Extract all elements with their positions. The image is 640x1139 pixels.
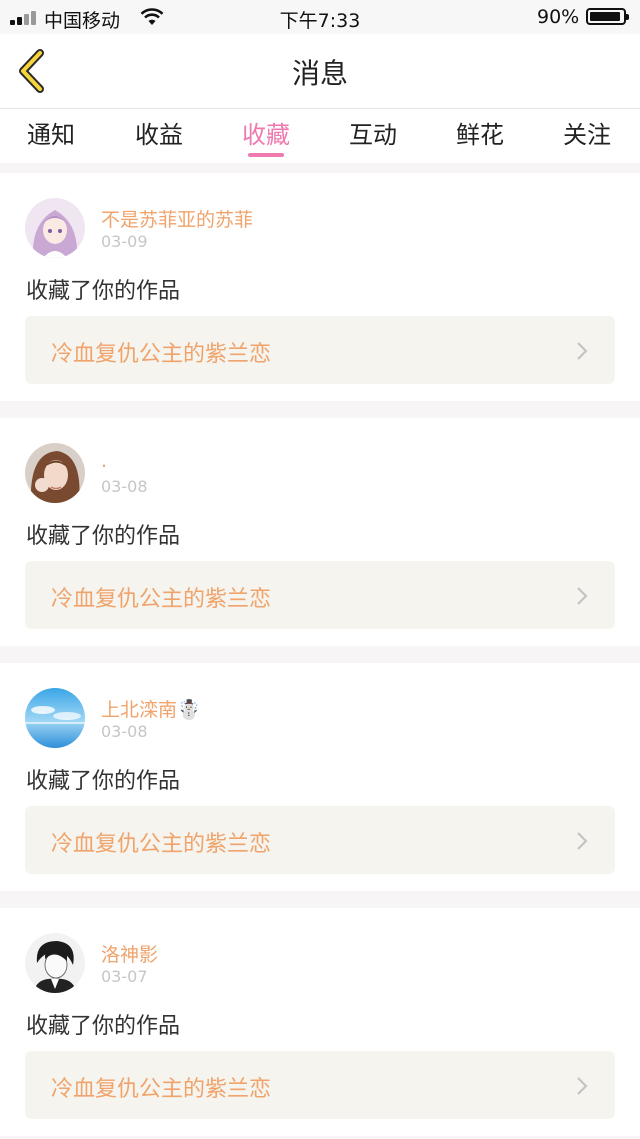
work-link[interactable]: 冷血复仇公主的紫兰恋 [25, 1051, 615, 1119]
nav-bar: 消息 [0, 34, 640, 109]
tab-favorites-label: 收藏 [242, 121, 290, 149]
sky-sea-avatar[interactable] [25, 688, 85, 748]
work-title: 冷血复仇公主的紫兰恋 [51, 1077, 272, 1102]
tab-flowers[interactable]: 鲜花 [435, 115, 525, 150]
username[interactable]: 不是苏菲亚的苏菲 [101, 205, 253, 232]
woman-portrait-avatar[interactable] [25, 443, 85, 503]
work-title: 冷血复仇公主的紫兰恋 [51, 587, 272, 612]
list-item: 上北滦南☃️ 03-08 收藏了你的作品 冷血复仇公主的紫兰恋 [0, 663, 640, 891]
chevron-right-icon [577, 587, 588, 605]
list-item: 不是苏菲亚的苏菲 03-09 收藏了你的作品 冷血复仇公主的紫兰恋 [0, 173, 640, 401]
tab-notifications[interactable]: 通知 [6, 115, 96, 150]
work-link[interactable]: 冷血复仇公主的紫兰恋 [25, 561, 615, 629]
battery-percent: 90% [537, 6, 580, 28]
work-title: 冷血复仇公主的紫兰恋 [51, 342, 272, 367]
work-title: 冷血复仇公主的紫兰恋 [51, 832, 272, 857]
tab-favorites[interactable]: 收藏 [221, 115, 311, 157]
chevron-right-icon [577, 1077, 588, 1095]
tab-following[interactable]: 关注 [542, 115, 632, 150]
active-tab-indicator [248, 153, 284, 157]
anime-girl-avatar[interactable] [25, 198, 85, 258]
tab-bar: 通知 收益 收藏 互动 鲜花 关注 [0, 109, 640, 163]
chevron-right-icon [577, 832, 588, 850]
username[interactable]: . [101, 450, 107, 472]
action-text: 收藏了你的作品 [26, 1014, 181, 1039]
date: 03-08 [101, 722, 148, 741]
work-link[interactable]: 冷血复仇公主的紫兰恋 [25, 316, 615, 384]
action-text: 收藏了你的作品 [26, 769, 181, 794]
work-link[interactable]: 冷血复仇公主的紫兰恋 [25, 806, 615, 874]
status-bar: 中国移动 下午7:33 90% [0, 0, 640, 34]
page-title: 消息 [291, 57, 348, 90]
date: 03-07 [101, 967, 148, 986]
tab-earnings[interactable]: 收益 [114, 115, 204, 150]
date: 03-09 [101, 232, 148, 251]
date: 03-08 [101, 477, 148, 496]
tab-interactions[interactable]: 互动 [328, 115, 418, 150]
username[interactable]: 洛神影 [101, 940, 158, 967]
battery-icon [586, 8, 629, 25]
chevron-right-icon [577, 342, 588, 360]
anime-boy-avatar[interactable] [25, 933, 85, 993]
action-text: 收藏了你的作品 [26, 524, 181, 549]
username[interactable]: 上北滦南☃️ [101, 695, 201, 722]
action-text: 收藏了你的作品 [26, 279, 181, 304]
list-item: . 03-08 收藏了你的作品 冷血复仇公主的紫兰恋 [0, 418, 640, 646]
list-item: 洛神影 03-07 收藏了你的作品 冷血复仇公主的紫兰恋 [0, 908, 640, 1136]
